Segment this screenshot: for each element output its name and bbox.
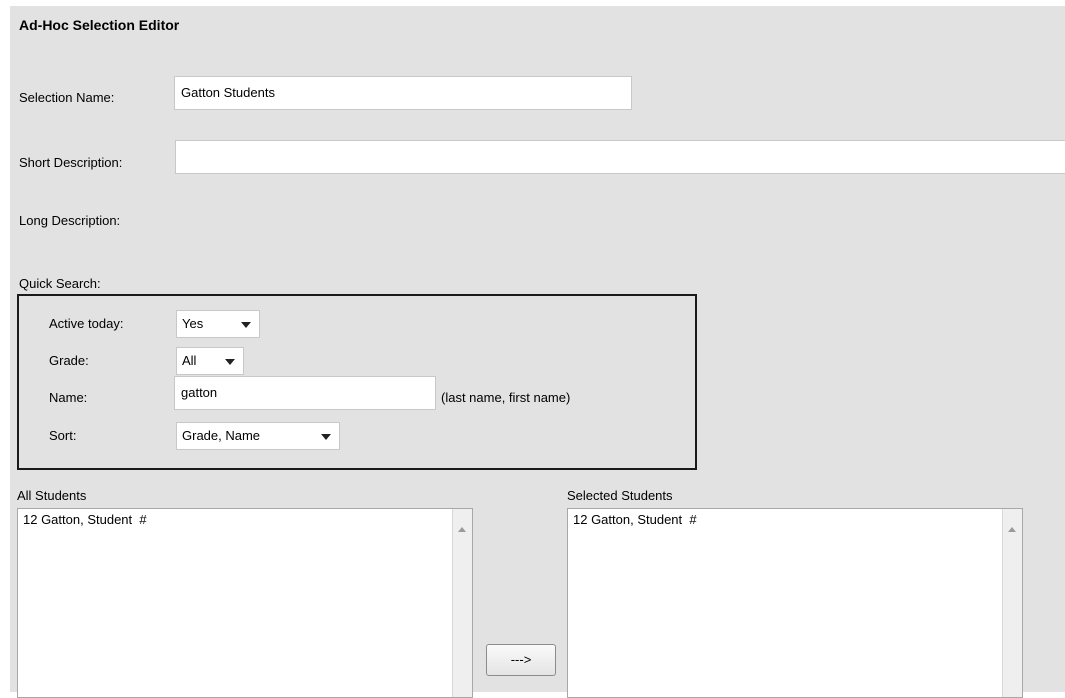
selection-name-input[interactable]: Gatton Students [174,76,632,110]
short-description-label: Short Description: [19,155,123,170]
active-today-value: Yes [182,316,204,331]
long-description-label: Long Description: [19,213,121,228]
selected-students-label: Selected Students [567,488,673,503]
grade-select[interactable]: All [176,347,244,375]
page-title: Ad-Hoc Selection Editor [19,17,180,33]
chevron-down-icon [241,322,251,328]
name-label: Name: [49,390,88,405]
sort-value: Grade, Name [182,428,261,443]
quick-search-box: Active today: Yes Grade: All Name: gatto… [17,294,697,470]
quick-search-label: Quick Search: [19,276,101,291]
grade-label: Grade: [49,353,89,368]
ad-hoc-selection-editor-panel: Ad-Hoc Selection Editor Selection Name: … [10,6,1065,698]
name-search-input[interactable]: gatton [174,376,436,410]
selection-name-label: Selection Name: [19,90,115,105]
chevron-down-icon [321,434,331,440]
all-students-list[interactable]: 12 Gatton, Student # [17,508,473,698]
sort-label: Sort: [49,428,77,443]
selected-students-scrollbar[interactable] [1002,509,1022,697]
all-students-scrollbar[interactable] [452,509,472,697]
list-item[interactable]: 12 Gatton, Student # [573,512,697,527]
active-today-label: Active today: [49,316,124,331]
all-students-label: All Students [17,488,87,503]
scroll-up-arrow-icon[interactable] [458,527,466,532]
selected-students-list[interactable]: 12 Gatton, Student # [567,508,1023,698]
chevron-down-icon [225,359,235,365]
add-to-selected-button[interactable]: ---> [486,644,556,676]
active-today-select[interactable]: Yes [176,310,260,338]
name-hint: (last name, first name) [441,390,571,405]
grade-value: All [182,353,197,368]
list-item[interactable]: 12 Gatton, Student # [23,512,147,527]
sort-select[interactable]: Grade, Name [176,422,340,450]
scroll-up-arrow-icon[interactable] [1008,527,1016,532]
short-description-input[interactable] [175,140,1065,174]
